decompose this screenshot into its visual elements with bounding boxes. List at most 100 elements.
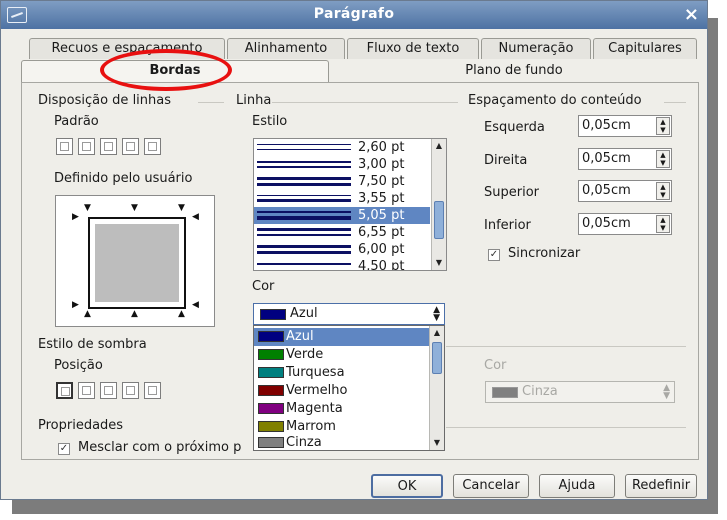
sombra-none[interactable]	[56, 382, 73, 399]
arrow-right-icon: ▶	[72, 300, 79, 310]
disposicao-title: Disposição de linhas	[38, 93, 172, 108]
preview-border	[88, 217, 186, 309]
scroll-down-icon[interactable]: ▼	[430, 436, 444, 450]
sincronizar-checkbox[interactable]: ✓	[488, 249, 500, 261]
color-option-turquesa[interactable]: Turquesa	[254, 364, 430, 382]
sombra-separator	[446, 346, 686, 347]
window-title: Parágrafo	[313, 6, 395, 22]
color-swatch	[260, 309, 286, 320]
ok-button[interactable]: OK	[371, 474, 443, 498]
arrow-down-icon: ▼	[178, 203, 185, 213]
spin-icon[interactable]: ▲ ▼	[656, 215, 670, 233]
list-item[interactable]: 2,60 pt	[254, 139, 430, 156]
spin-icon[interactable]: ▲ ▼	[656, 117, 670, 135]
tab-plano-de-fundo[interactable]: Plano de fundo	[331, 61, 697, 81]
arrow-down-icon: ▼	[131, 203, 138, 213]
spin-icon: ▲ ▼	[433, 305, 440, 323]
arrow-down-icon: ▼	[84, 203, 91, 213]
estilo-label: Estilo	[252, 114, 288, 129]
cancel-button[interactable]: Cancelar	[453, 474, 529, 498]
superior-label: Superior	[484, 185, 539, 200]
list-item[interactable]: 3,00 pt	[254, 156, 430, 173]
propriedades-title: Propriedades	[38, 418, 124, 433]
sincronizar-label: Sincronizar	[508, 246, 581, 261]
color-option-cinza[interactable]: Cinza	[254, 434, 430, 450]
line-color-value: Azul	[290, 306, 318, 321]
direita-label: Direita	[484, 153, 528, 168]
spin-icon[interactable]: ▲ ▼	[656, 182, 670, 200]
padrao-none[interactable]	[56, 138, 73, 155]
arrow-right-icon: ▶	[72, 212, 79, 222]
mesclar-checkbox[interactable]: ✓	[58, 443, 70, 455]
sombra-title: Estilo de sombra	[38, 337, 147, 352]
color-swatch	[258, 331, 284, 342]
definido-label: Definido pelo usuário	[54, 171, 193, 186]
list-item[interactable]: 7,50 pt	[254, 173, 430, 190]
scroll-up-icon[interactable]: ▲	[430, 326, 444, 340]
line-style-scrollbar[interactable]: ▲ ▼	[431, 139, 446, 270]
annotation-circle	[100, 49, 232, 91]
arrow-up-icon: ▲	[84, 309, 91, 319]
shadow-color-value: Cinza	[522, 384, 558, 399]
padrao-left-right[interactable]	[144, 138, 161, 155]
color-option-verde[interactable]: Verde	[254, 346, 430, 364]
list-item[interactable]: 4,50 pt	[254, 258, 430, 270]
color-swatch	[258, 367, 284, 378]
inferior-spin[interactable]: 0,05cm ▲ ▼	[578, 213, 672, 235]
scroll-thumb[interactable]	[434, 201, 444, 239]
border-preview[interactable]: ▼ ▼ ▲ ▲ ▶ ▶ ◀ ◀ ▼ ▲	[55, 195, 215, 327]
color-option-azul[interactable]: Azul	[254, 328, 430, 346]
tab-alinhamento[interactable]: Alinhamento	[227, 38, 345, 59]
sombra-top-right[interactable]	[100, 382, 117, 399]
line-style-list[interactable]: 2,60 pt 3,00 pt 7,50 pt 3,55 pt 5,05 pt …	[253, 138, 447, 271]
preview-paragraph	[95, 224, 179, 302]
tab-capitulares[interactable]: Capitulares	[593, 38, 697, 59]
arrow-up-icon: ▲	[178, 309, 185, 319]
scroll-down-icon[interactable]: ▼	[432, 256, 446, 270]
inferior-label: Inferior	[484, 218, 531, 233]
list-item[interactable]: 6,00 pt	[254, 241, 430, 258]
list-item[interactable]: 6,55 pt	[254, 224, 430, 241]
propriedades-separator	[446, 427, 686, 428]
list-item-selected[interactable]: 5,05 pt	[254, 207, 430, 224]
padrao-box-shadow[interactable]	[100, 138, 117, 155]
color-swatch	[258, 403, 284, 414]
espacamento-title: Espaçamento do conteúdo	[468, 93, 642, 108]
help-button[interactable]: Ajuda	[539, 474, 615, 498]
spin-icon[interactable]: ▲ ▼	[656, 150, 670, 168]
list-item[interactable]: 3,55 pt	[254, 190, 430, 207]
color-option-vermelho[interactable]: Vermelho	[254, 382, 430, 400]
shadow-color-select[interactable]: Cinza ▲ ▼	[485, 381, 675, 403]
color-dropdown-scrollbar[interactable]: ▲ ▼	[429, 326, 444, 450]
cor-label: Cor	[252, 279, 275, 294]
sombra-cor-label: Cor	[484, 358, 507, 373]
superior-spin[interactable]: 0,05cm ▲ ▼	[578, 180, 672, 202]
tab-numeracao[interactable]: Numeração	[481, 38, 591, 59]
padrao-label: Padrão	[54, 114, 99, 129]
scroll-up-icon[interactable]: ▲	[432, 139, 446, 153]
reset-button[interactable]: Redefinir	[625, 474, 697, 498]
padrao-box[interactable]	[78, 138, 95, 155]
padrao-top-bottom[interactable]	[122, 138, 139, 155]
mesclar-label: Mesclar com o próximo p	[78, 440, 242, 455]
color-option-magenta[interactable]: Magenta	[254, 400, 430, 418]
disposicao-separator	[198, 102, 224, 103]
esquerda-spin[interactable]: 0,05cm ▲ ▼	[578, 115, 672, 137]
scroll-thumb[interactable]	[432, 342, 442, 374]
direita-spin[interactable]: 0,05cm ▲ ▼	[578, 148, 672, 170]
line-color-dropdown[interactable]: Azul Verde Turquesa Vermelho Magenta Mar…	[253, 325, 445, 451]
line-color-select[interactable]: Azul ▲ ▼	[253, 303, 445, 325]
spin-icon: ▲ ▼	[663, 383, 670, 401]
color-swatch	[492, 387, 518, 398]
color-swatch	[258, 349, 284, 360]
arrow-left-icon: ◀	[192, 300, 199, 310]
sombra-top-left[interactable]	[144, 382, 161, 399]
posicao-label: Posição	[54, 358, 103, 373]
sombra-bottom-right[interactable]	[78, 382, 95, 399]
title-bar[interactable]: Parágrafo ×	[1, 1, 707, 29]
tab-fluxo-de-texto[interactable]: Fluxo de texto	[347, 38, 479, 59]
linha-title: Linha	[236, 93, 272, 108]
esquerda-label: Esquerda	[484, 120, 545, 135]
sombra-bottom-left[interactable]	[122, 382, 139, 399]
close-icon[interactable]: ×	[684, 4, 699, 25]
